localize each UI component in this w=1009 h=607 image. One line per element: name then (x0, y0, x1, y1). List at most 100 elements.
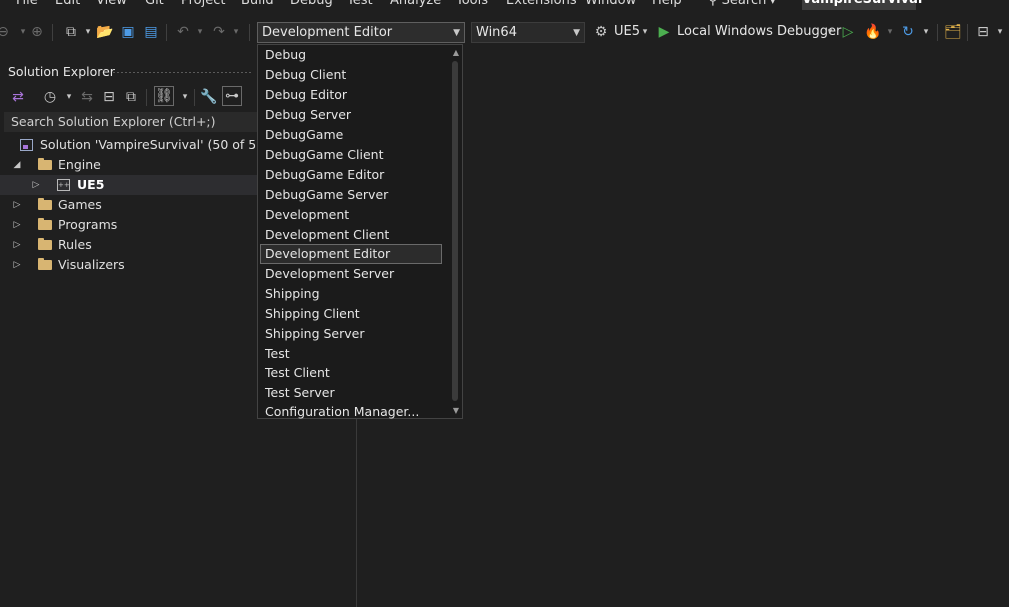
menu-file[interactable]: File (16, 0, 38, 8)
collapsed-icon[interactable]: ▷ (31, 175, 41, 195)
dropdown-option[interactable]: Development Server (265, 264, 394, 284)
tree-item-label: Programs (58, 217, 118, 232)
chevron-down-icon[interactable]: ▾ (881, 23, 899, 41)
main-toolbar: ⊖ ▾ ⊕ ⧉ ▾ 📂 ▣ ▤ ↶ ▾ ↷ ▾ Development Edit… (0, 19, 1009, 46)
save-icon[interactable]: ▣ (119, 23, 137, 41)
menu-project[interactable]: Project (181, 0, 225, 8)
dropdown-option[interactable]: Test Server (265, 383, 335, 403)
chevron-down-icon[interactable]: ▾ (227, 23, 245, 41)
dropdown-option[interactable]: Development Client (265, 225, 389, 245)
chevron-down-icon[interactable]: ▾ (79, 23, 97, 41)
toolbar-separator (52, 24, 53, 41)
solution-icon (20, 139, 33, 151)
expanded-icon[interactable]: ◢ (12, 155, 22, 175)
configuration-combo[interactable]: Development Editor ▼ (257, 22, 465, 43)
dropdown-option[interactable]: DebugGame Client (265, 145, 383, 165)
show-all-files-icon[interactable]: ⧉ (122, 88, 140, 106)
collapsed-icon[interactable]: ▷ (12, 255, 22, 275)
chevron-down-icon[interactable]: ▾ (821, 23, 839, 41)
dropdown-option[interactable]: Shipping Server (265, 324, 365, 344)
toolbar-separator (146, 89, 147, 106)
filter-icon[interactable]: ⛓ (154, 86, 174, 106)
pending-changes-icon[interactable]: ◷ (41, 88, 59, 106)
back-icon[interactable]: ⊖ (0, 23, 12, 41)
chevron-down-icon[interactable]: ▾ (60, 88, 78, 106)
scroll-down-icon[interactable]: ▼ (453, 406, 459, 415)
platform-value: Win64 (476, 25, 517, 40)
menu-build[interactable]: Build (241, 0, 274, 8)
collapsed-icon[interactable]: ▷ (12, 195, 22, 215)
play-icon[interactable]: ▶ (655, 23, 673, 41)
platform-combo[interactable]: Win64 ▼ (471, 22, 585, 43)
dropdown-option[interactable]: Debug Client (265, 65, 346, 85)
collapsed-icon[interactable]: ▷ (12, 235, 22, 255)
restart-icon[interactable]: ↻ (899, 23, 917, 41)
chevron-down-icon[interactable]: ▾ (636, 23, 654, 41)
dropdown-option[interactable]: Debug Server (265, 105, 351, 125)
gear-icon: ⚙ (594, 24, 608, 40)
new-project-icon[interactable]: ⧉ (62, 23, 80, 41)
menu-git[interactable]: Git (145, 0, 164, 8)
preview-icon[interactable]: ⊶ (222, 86, 242, 106)
window-layout-icon[interactable]: ⊟ (974, 23, 992, 41)
switch-views-icon[interactable]: ⇄ (9, 88, 27, 106)
dropdown-option[interactable]: DebugGame (265, 125, 343, 145)
search-button[interactable]: ⚲ Search ▾ (708, 0, 775, 8)
folder-icon (38, 158, 52, 170)
collapse-all-icon[interactable]: ⊟ (100, 88, 118, 106)
menu-debug[interactable]: Debug (290, 0, 333, 8)
forward-icon[interactable]: ⊕ (28, 23, 46, 41)
dropdown-option[interactable]: Shipping (265, 284, 320, 304)
configuration-value: Development Editor (262, 25, 393, 40)
hot-reload-icon[interactable]: 🔥 (864, 23, 882, 41)
toolbar-separator (194, 89, 195, 106)
dropdown-scrollbar[interactable] (452, 61, 458, 401)
sync-icon[interactable]: ⇆ (78, 88, 96, 106)
menu-bar: File Edit View Git Project Build Debug T… (0, 0, 1009, 13)
tree-item-label: Games (58, 197, 102, 212)
menu-tools[interactable]: Tools (456, 0, 488, 8)
chevron-down-icon[interactable]: ▾ (176, 88, 194, 106)
panel-title: Solution Explorer (8, 64, 115, 79)
menu-extensions[interactable]: Extensions (506, 0, 577, 8)
properties-icon[interactable]: 🔧 (200, 88, 218, 106)
dropdown-option[interactable]: Debug (265, 45, 306, 65)
toolbar-separator (166, 24, 167, 41)
chevron-down-icon[interactable]: ▾ (191, 23, 209, 41)
menu-edit[interactable]: Edit (55, 0, 80, 8)
menu-window[interactable]: Window (585, 0, 636, 8)
dropdown-option[interactable]: Development (265, 205, 349, 225)
panel-grip[interactable] (112, 71, 252, 74)
folder-icon (38, 198, 52, 210)
menu-view[interactable]: View (96, 0, 127, 8)
chevron-down-icon[interactable]: ▾ (991, 23, 1009, 41)
start-without-debugging-icon[interactable]: ▷ (839, 23, 857, 41)
undo-icon[interactable]: ↶ (174, 23, 192, 41)
toolbar-separator (937, 24, 938, 41)
chevron-down-icon[interactable]: ▾ (917, 23, 935, 41)
folder-icon (38, 258, 52, 270)
scroll-up-icon[interactable]: ▲ (453, 48, 459, 57)
dropdown-option[interactable]: Debug Editor (265, 85, 347, 105)
collapsed-icon[interactable]: ▷ (12, 215, 22, 235)
start-debugger-button[interactable]: Local Windows Debugger (677, 24, 841, 39)
save-all-icon[interactable]: ▤ (142, 23, 160, 41)
solution-label: Solution 'VampireSurvival' (50 of 50 (40, 137, 265, 152)
tree-item-label: Visualizers (58, 257, 125, 272)
tree-item-label: Engine (58, 157, 101, 172)
menu-analyze[interactable]: Analyze (390, 0, 441, 8)
configuration-manager-option[interactable]: Configuration Manager... (265, 403, 419, 419)
dropdown-option[interactable]: DebugGame Editor (265, 165, 384, 185)
dropdown-option[interactable]: Test (265, 344, 290, 364)
open-folder-icon[interactable]: 📂 (96, 23, 114, 41)
dropdown-option[interactable]: DebugGame Server (265, 185, 388, 205)
dropdown-option[interactable]: Test Client (265, 363, 330, 383)
menu-test[interactable]: Test (347, 0, 373, 8)
dropdown-option-selected[interactable]: Development Editor (265, 244, 390, 264)
chevron-down-icon: ▾ (770, 0, 776, 7)
dropdown-option[interactable]: Shipping Client (265, 304, 360, 324)
chevron-down-icon: ▼ (453, 28, 460, 38)
folder-view-icon[interactable]: 🗂 (944, 23, 962, 41)
menu-help[interactable]: Help (652, 0, 682, 8)
redo-icon[interactable]: ↷ (210, 23, 228, 41)
